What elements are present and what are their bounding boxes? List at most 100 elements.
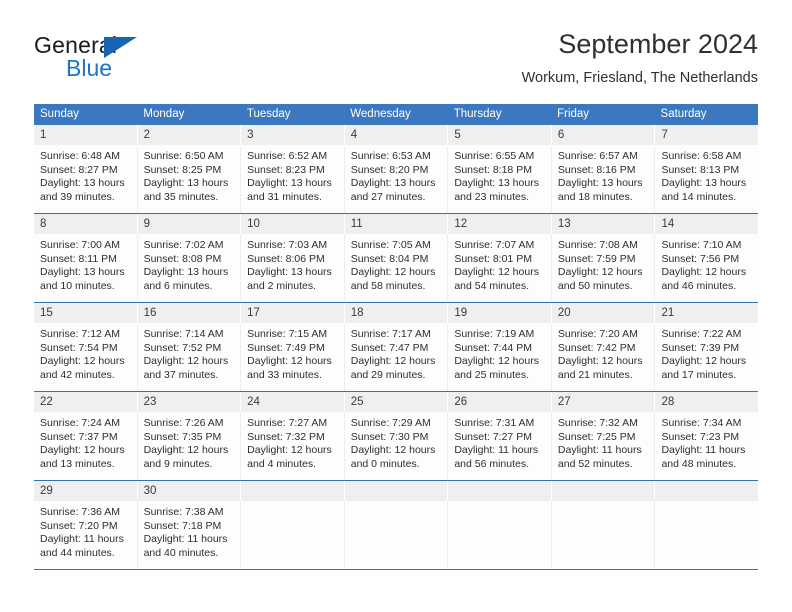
day-cell-empty	[345, 501, 449, 569]
day-number[interactable]: 16	[138, 303, 242, 323]
daylight-text-line1: Daylight: 11 hours	[143, 533, 228, 546]
day-number[interactable]: 3	[241, 125, 345, 145]
day-number[interactable]: 10	[241, 214, 345, 234]
day-number[interactable]: 13	[552, 214, 656, 234]
day-cell[interactable]: Sunrise: 7:17 AM Sunset: 7:47 PM Dayligh…	[345, 323, 449, 391]
weekday-header-sunday: Sunday	[40, 108, 80, 120]
day-cell[interactable]: Sunrise: 6:48 AM Sunset: 8:27 PM Dayligh…	[34, 145, 138, 213]
title-block: September 2024 Workum, Friesland, The Ne…	[522, 28, 758, 88]
day-cell[interactable]: Sunrise: 6:50 AM Sunset: 8:25 PM Dayligh…	[138, 145, 242, 213]
day-cell[interactable]: Sunrise: 7:32 AM Sunset: 7:25 PM Dayligh…	[552, 412, 656, 480]
daylight-text-line2: and 46 minutes.	[661, 279, 737, 292]
calendar-week-row: 8 9 10 11 12 13 14 Sunrise: 7:00 AM Suns…	[34, 214, 758, 303]
day-number-empty	[345, 481, 449, 501]
day-cell-empty	[241, 501, 345, 569]
day-cell[interactable]: Sunrise: 7:12 AM Sunset: 7:54 PM Dayligh…	[34, 323, 138, 391]
day-number[interactable]: 21	[655, 303, 758, 323]
day-cell[interactable]: Sunrise: 7:15 AM Sunset: 7:49 PM Dayligh…	[241, 323, 345, 391]
day-number[interactable]: 4	[345, 125, 449, 145]
day-number[interactable]: 5	[448, 125, 552, 145]
day-cell[interactable]: Sunrise: 7:38 AM Sunset: 7:18 PM Dayligh…	[138, 501, 242, 569]
day-number[interactable]: 25	[345, 392, 449, 412]
day-number[interactable]: 29	[34, 481, 138, 501]
sunrise-text: Sunrise: 6:53 AM	[350, 150, 431, 162]
day-number[interactable]: 20	[552, 303, 656, 323]
sunset-text: Sunset: 7:56 PM	[661, 252, 740, 265]
day-number[interactable]: 2	[138, 125, 242, 145]
daylight-text-line2: and 50 minutes.	[557, 279, 633, 292]
day-cell-empty	[655, 501, 758, 569]
day-cell[interactable]: Sunrise: 7:34 AM Sunset: 7:23 PM Dayligh…	[655, 412, 758, 480]
day-number[interactable]: 11	[345, 214, 449, 234]
sunrise-text: Sunrise: 6:48 AM	[40, 150, 120, 162]
day-number[interactable]: 22	[34, 392, 138, 412]
sunrise-text: Sunrise: 7:00 AM	[40, 239, 120, 251]
daylight-text-line1: Daylight: 11 hours	[661, 444, 746, 457]
day-cell[interactable]: Sunrise: 6:52 AM Sunset: 8:23 PM Dayligh…	[241, 145, 345, 213]
day-number[interactable]: 15	[34, 303, 138, 323]
daylight-text-line2: and 56 minutes.	[454, 457, 530, 470]
calendar-week-row: 1 2 3 4 5 6 7 Sunrise: 6:48 AM Sunset: 8…	[34, 125, 758, 214]
calendar-week-row: 15 16 17 18 19 20 21 Sunrise: 7:12 AM Su…	[34, 303, 758, 392]
sunrise-text: Sunrise: 7:05 AM	[350, 239, 431, 251]
day-cell[interactable]: Sunrise: 7:29 AM Sunset: 7:30 PM Dayligh…	[345, 412, 449, 480]
sunrise-text: Sunrise: 7:29 AM	[350, 417, 431, 429]
daylight-text-line2: and 9 minutes.	[143, 457, 213, 470]
day-cell[interactable]: Sunrise: 7:03 AM Sunset: 8:06 PM Dayligh…	[241, 234, 345, 302]
day-cell[interactable]: Sunrise: 6:53 AM Sunset: 8:20 PM Dayligh…	[345, 145, 449, 213]
day-cell[interactable]: Sunrise: 6:58 AM Sunset: 8:13 PM Dayligh…	[655, 145, 758, 213]
day-number[interactable]: 28	[655, 392, 758, 412]
day-cell[interactable]: Sunrise: 7:19 AM Sunset: 7:44 PM Dayligh…	[448, 323, 552, 391]
day-cell[interactable]: Sunrise: 7:14 AM Sunset: 7:52 PM Dayligh…	[138, 323, 242, 391]
daylight-text-line2: and 4 minutes.	[247, 457, 317, 470]
day-cell[interactable]: Sunrise: 7:31 AM Sunset: 7:27 PM Dayligh…	[448, 412, 552, 480]
day-number[interactable]: 8	[34, 214, 138, 234]
sunset-text: Sunset: 7:47 PM	[350, 341, 429, 354]
day-number[interactable]: 9	[138, 214, 242, 234]
sunset-text: Sunset: 7:54 PM	[40, 341, 118, 354]
day-number[interactable]: 26	[448, 392, 552, 412]
day-cell[interactable]: Sunrise: 7:00 AM Sunset: 8:11 PM Dayligh…	[34, 234, 138, 302]
day-cell[interactable]: Sunrise: 7:22 AM Sunset: 7:39 PM Dayligh…	[655, 323, 758, 391]
day-cell[interactable]: Sunrise: 7:27 AM Sunset: 7:32 PM Dayligh…	[241, 412, 345, 480]
day-number[interactable]: 30	[138, 481, 242, 501]
day-cell[interactable]: Sunrise: 7:07 AM Sunset: 8:01 PM Dayligh…	[448, 234, 552, 302]
day-number[interactable]: 17	[241, 303, 345, 323]
day-cell[interactable]: Sunrise: 7:10 AM Sunset: 7:56 PM Dayligh…	[655, 234, 758, 302]
day-number[interactable]: 12	[448, 214, 552, 234]
page-title: September 2024	[558, 29, 758, 59]
daylight-text-line1: Daylight: 12 hours	[557, 266, 643, 279]
day-number[interactable]: 19	[448, 303, 552, 323]
daylight-text-line1: Daylight: 12 hours	[350, 266, 436, 279]
day-cell[interactable]: Sunrise: 7:24 AM Sunset: 7:37 PM Dayligh…	[34, 412, 138, 480]
day-cell[interactable]: Sunrise: 6:55 AM Sunset: 8:18 PM Dayligh…	[448, 145, 552, 213]
day-number[interactable]: 1	[34, 125, 138, 145]
daylight-text-line1: Daylight: 12 hours	[454, 355, 539, 368]
daylight-text-line2: and 0 minutes.	[350, 457, 420, 470]
daylight-text-line1: Daylight: 13 hours	[454, 177, 539, 190]
day-number[interactable]: 23	[138, 392, 242, 412]
brand-logo[interactable]: General Blue	[34, 32, 164, 82]
day-number[interactable]: 18	[345, 303, 449, 323]
sunset-text: Sunset: 8:08 PM	[143, 252, 222, 265]
day-cell[interactable]: Sunrise: 7:26 AM Sunset: 7:35 PM Dayligh…	[138, 412, 242, 480]
day-number[interactable]: 14	[655, 214, 758, 234]
day-cell[interactable]: Sunrise: 7:20 AM Sunset: 7:42 PM Dayligh…	[552, 323, 656, 391]
day-number[interactable]: 24	[241, 392, 345, 412]
calendar-grid: Sunday Monday Tuesday Wednesday Thursday…	[34, 104, 758, 570]
daylight-text-line1: Daylight: 12 hours	[661, 266, 747, 279]
day-cell[interactable]: Sunrise: 7:02 AM Sunset: 8:08 PM Dayligh…	[138, 234, 242, 302]
sunset-text: Sunset: 7:30 PM	[350, 430, 429, 443]
sunrise-text: Sunrise: 7:17 AM	[350, 328, 431, 340]
day-cell[interactable]: Sunrise: 7:36 AM Sunset: 7:20 PM Dayligh…	[34, 501, 138, 569]
day-number-empty	[241, 481, 345, 501]
day-number[interactable]: 27	[552, 392, 656, 412]
day-cell[interactable]: Sunrise: 7:05 AM Sunset: 8:04 PM Dayligh…	[345, 234, 449, 302]
sunset-text: Sunset: 7:20 PM	[40, 519, 118, 532]
day-number[interactable]: 7	[655, 125, 758, 145]
day-cell[interactable]: Sunrise: 6:57 AM Sunset: 8:16 PM Dayligh…	[552, 145, 656, 213]
day-number[interactable]: 6	[552, 125, 656, 145]
day-cell[interactable]: Sunrise: 7:08 AM Sunset: 7:59 PM Dayligh…	[552, 234, 656, 302]
sunset-text: Sunset: 8:04 PM	[350, 252, 429, 265]
sunrise-text: Sunrise: 7:03 AM	[247, 239, 328, 251]
